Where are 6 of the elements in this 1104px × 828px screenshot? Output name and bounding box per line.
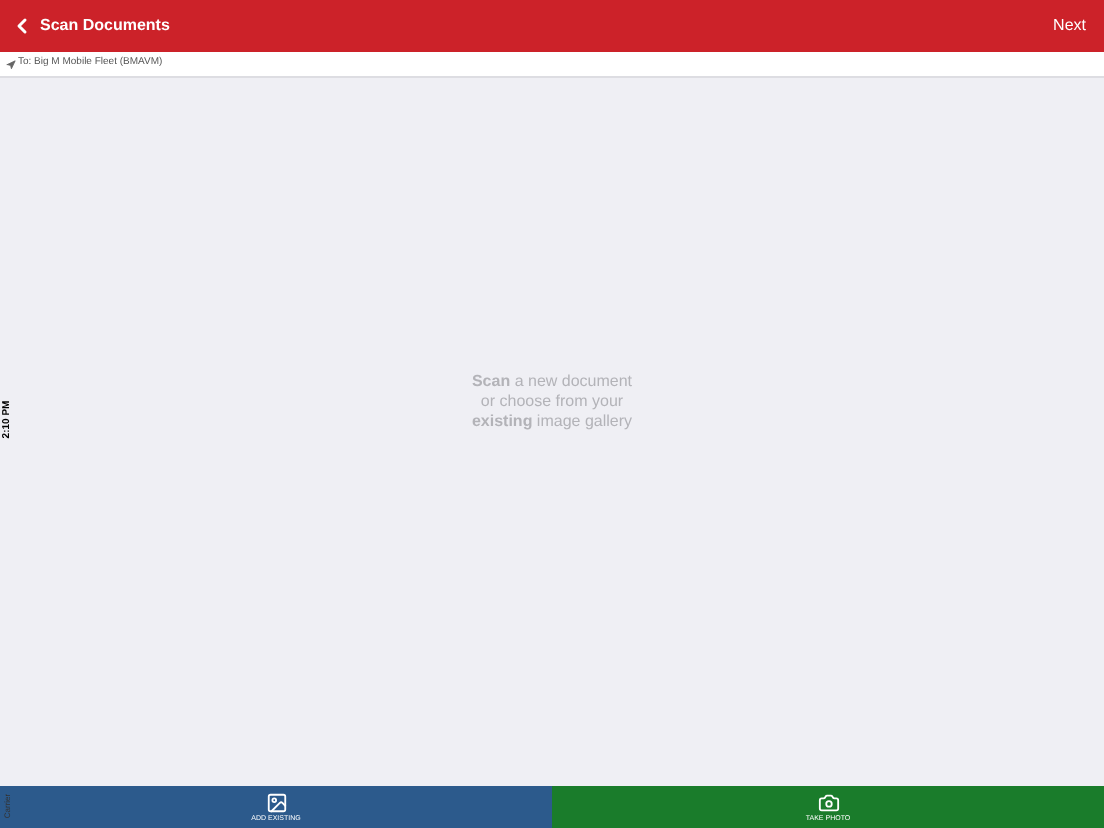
picture-icon (265, 791, 287, 813)
camera-icon (817, 791, 839, 813)
location-arrow-icon (6, 59, 16, 69)
back-button[interactable]: Scan Documents (10, 14, 170, 38)
empty-state-message: Scan a new document or choose from your existing image gallery (471, 372, 633, 432)
next-button[interactable]: Next (1053, 14, 1086, 38)
